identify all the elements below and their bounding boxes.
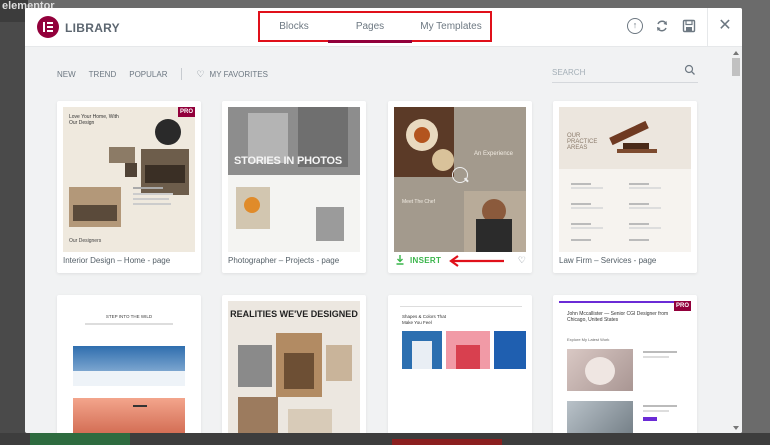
- tab-my-templates[interactable]: My Templates: [412, 13, 490, 40]
- thumb-headline: STEP INTO THE WILD: [105, 314, 153, 319]
- filter-popular[interactable]: POPULAR: [129, 70, 167, 79]
- toolbar-divider: [181, 68, 183, 80]
- template-thumbnail: Shapes & Colors That Make You Feel: [394, 301, 526, 433]
- thumb-subheading: Explore My Latest Work: [567, 337, 610, 342]
- scroll-up-arrow-icon[interactable]: [733, 51, 739, 55]
- template-card[interactable]: OUR PRACTICE AREAS Law Firm – Services -…: [553, 101, 697, 273]
- editor-footer-accent: [392, 439, 502, 445]
- template-title: Interior Design – Home - page: [63, 256, 171, 265]
- thumb-headline: REALITIES WE'VE DESIGNED: [230, 309, 358, 319]
- header-divider: [707, 8, 708, 47]
- filter-toolbar: NEW TREND POPULAR ♡ MY FAVORITES: [57, 67, 268, 81]
- save-icon[interactable]: [681, 18, 697, 34]
- sync-icon[interactable]: [654, 18, 670, 34]
- template-card[interactable]: REALITIES WE'VE DESIGNED: [222, 295, 366, 433]
- template-thumbnail: STORIES IN PHOTOS: [228, 107, 360, 252]
- scrollbar[interactable]: [731, 48, 742, 433]
- my-favorites-label: MY FAVORITES: [209, 69, 268, 79]
- tab-blocks[interactable]: Blocks: [260, 13, 328, 40]
- thumb-headline: John Mccallister — Senior CGI Designer f…: [567, 311, 669, 323]
- scroll-down-arrow-icon[interactable]: [733, 426, 739, 430]
- heart-icon: ♡: [196, 68, 205, 79]
- download-icon: [396, 255, 404, 265]
- annotation-arrow: [449, 255, 504, 267]
- template-title: Photographer – Projects - page: [228, 256, 340, 265]
- thumb-headline: STORIES IN PHOTOS: [234, 155, 343, 167]
- close-icon[interactable]: ✕: [717, 18, 733, 34]
- pro-badge: PRO: [674, 301, 691, 311]
- editor-topbar: elementor: [0, 0, 55, 22]
- insert-button[interactable]: INSERT: [410, 256, 441, 265]
- template-thumbnail: An Experience Meet The Chef: [394, 107, 526, 252]
- scroll-thumb[interactable]: [732, 58, 740, 76]
- template-card[interactable]: STORIES IN PHOTOS Photographer – Project…: [222, 101, 366, 273]
- thumb-headline: Shapes & Colors That Make You Feel: [402, 314, 446, 325]
- elementor-logo-icon: [37, 16, 59, 38]
- template-thumbnail: OUR PRACTICE AREAS: [559, 107, 691, 252]
- search-input[interactable]: [552, 65, 677, 79]
- thumb-subheading: Our Designers: [69, 238, 102, 244]
- template-title: Law Firm – Services - page: [559, 256, 657, 265]
- search-icon[interactable]: [684, 64, 696, 76]
- filter-new[interactable]: NEW: [57, 70, 76, 79]
- thumb-headline: OUR PRACTICE AREAS: [567, 133, 598, 151]
- template-card[interactable]: Love Your Home, With Our Design Our Desi…: [57, 101, 201, 273]
- tab-pages[interactable]: Pages: [328, 13, 412, 43]
- thumb-headline: An Experience: [474, 151, 514, 157]
- template-thumbnail: John Mccallister — Senior CGI Designer f…: [559, 301, 691, 433]
- editor-footer-button: [30, 433, 130, 445]
- template-thumbnail: REALITIES WE'VE DESIGNED: [228, 301, 360, 433]
- filter-trend[interactable]: TREND: [89, 70, 117, 79]
- template-card-hovered[interactable]: An Experience Meet The Chef INSERT ♡: [388, 101, 532, 273]
- insert-row: INSERT ♡: [394, 254, 526, 268]
- thumb-subheading: Meet The Chef: [402, 199, 435, 205]
- my-favorites-filter[interactable]: ♡ MY FAVORITES: [196, 69, 267, 80]
- template-card[interactable]: STEP INTO THE WILD: [57, 295, 201, 433]
- search-box: [552, 63, 698, 83]
- template-card[interactable]: John Mccallister — Senior CGI Designer f…: [553, 295, 697, 433]
- info-icon[interactable]: ↑: [627, 18, 643, 34]
- editor-sidebar: [0, 0, 28, 445]
- pro-badge: PRO: [178, 107, 195, 117]
- template-thumbnail: Love Your Home, With Our Design Our Desi…: [63, 107, 195, 252]
- library-title: LIBRARY: [65, 21, 120, 35]
- library-tabs: Blocks Pages My Templates: [258, 11, 492, 43]
- template-thumbnail: STEP INTO THE WILD: [63, 301, 195, 433]
- thumb-headline: Love Your Home, With Our Design: [69, 114, 119, 126]
- library-modal: LIBRARY Blocks Pages My Templates ↑ ✕ NE…: [25, 8, 742, 433]
- heart-icon[interactable]: ♡: [518, 255, 526, 266]
- library-header: LIBRARY Blocks Pages My Templates ↑ ✕: [25, 8, 742, 47]
- template-card[interactable]: Shapes & Colors That Make You Feel: [388, 295, 532, 433]
